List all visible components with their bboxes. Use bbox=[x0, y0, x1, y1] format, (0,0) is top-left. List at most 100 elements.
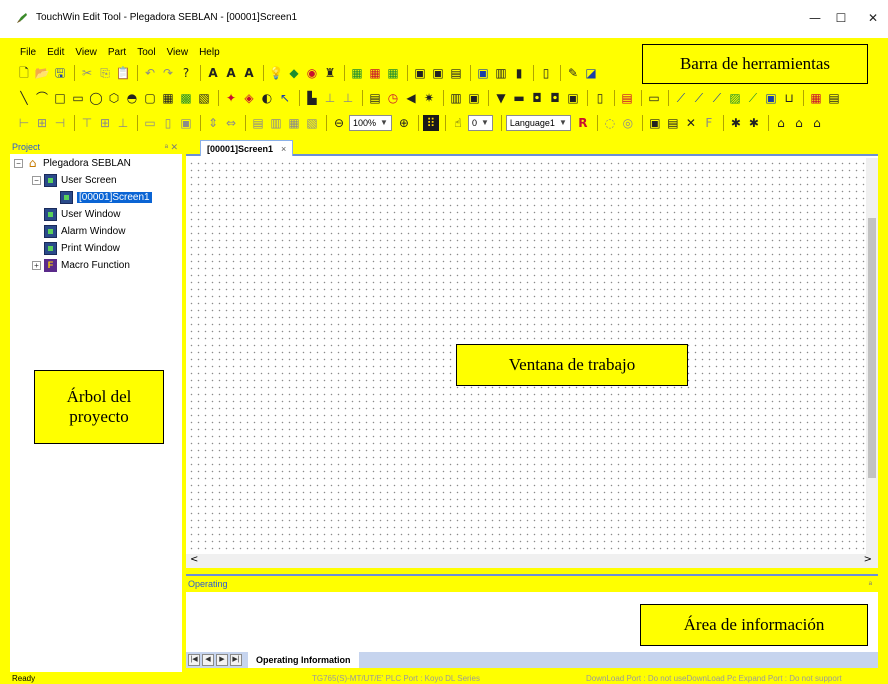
paste-icon[interactable]: 📋 bbox=[115, 65, 131, 81]
meter-icon[interactable]: ▥ bbox=[448, 90, 464, 106]
zoom-out-icon[interactable]: ⊖ bbox=[331, 115, 347, 131]
copy-icon[interactable]: ⎘ bbox=[97, 65, 113, 81]
expand-icon[interactable]: + bbox=[32, 260, 41, 270]
cut-icon[interactable]: ✂ bbox=[79, 65, 95, 81]
num-input-icon[interactable]: ▣ bbox=[412, 65, 428, 81]
polyline-icon[interactable]: ⌒ bbox=[34, 90, 50, 106]
scroll-thumb[interactable] bbox=[868, 218, 876, 478]
space-h-icon[interactable]: ⇔ bbox=[223, 115, 239, 131]
num-input-2-icon[interactable]: ▣ bbox=[430, 65, 446, 81]
graph-icon[interactable]: ▣ bbox=[466, 90, 482, 106]
layer-select[interactable]: 0 ▼ bbox=[467, 115, 493, 131]
help-icon[interactable]: ? bbox=[178, 65, 194, 81]
language-select[interactable]: Language1 ▼ bbox=[505, 115, 571, 131]
simulate-2-icon[interactable]: ◎ bbox=[620, 115, 636, 131]
rounded-rect-icon[interactable]: ▭ bbox=[70, 90, 86, 106]
rotate-icon[interactable]: ◐ bbox=[259, 90, 275, 106]
same-size-icon[interactable]: ▣ bbox=[178, 115, 194, 131]
function-icon[interactable]: ♜ bbox=[322, 65, 338, 81]
display-icon[interactable]: ▣ bbox=[565, 90, 581, 106]
vertical-scrollbar[interactable] bbox=[866, 158, 878, 554]
trend-6-icon[interactable]: ▣ bbox=[763, 90, 779, 106]
counter-icon[interactable]: ▮ bbox=[511, 65, 527, 81]
input-box-icon[interactable]: ▭ bbox=[646, 90, 662, 106]
transfer-icon[interactable]: ✱ bbox=[728, 115, 744, 131]
num-display-2-icon[interactable]: ▦ bbox=[367, 65, 383, 81]
align-right-icon[interactable]: ⊣ bbox=[52, 115, 68, 131]
calendar-icon[interactable]: ▤ bbox=[367, 90, 383, 106]
num-display-icon[interactable]: ▦ bbox=[349, 65, 365, 81]
slider-icon[interactable]: ▬ bbox=[511, 90, 527, 106]
align-left-icon[interactable]: ⊢ bbox=[16, 115, 32, 131]
collapse-icon[interactable]: − bbox=[14, 158, 23, 168]
menu-part[interactable]: Part bbox=[108, 47, 126, 58]
trend-icon[interactable]: ⟋ bbox=[673, 90, 689, 106]
picture-icon[interactable]: ▣ bbox=[475, 65, 491, 81]
trend-5-icon[interactable]: ⟋ bbox=[745, 90, 761, 106]
online-icon[interactable]: ⌂ bbox=[809, 115, 825, 131]
scroll-right-icon[interactable]: > bbox=[864, 554, 872, 565]
num-display-3-icon[interactable]: ▦ bbox=[385, 65, 401, 81]
minimize-button[interactable]: — bbox=[804, 10, 826, 26]
tree-root[interactable]: − ⌂ Plegadora SEBLAN bbox=[14, 156, 131, 170]
center-icon[interactable]: ▤ bbox=[250, 115, 266, 131]
align-bottom-icon[interactable]: ⊥ bbox=[115, 115, 131, 131]
r-icon[interactable]: R bbox=[575, 115, 591, 131]
menu-view[interactable]: View bbox=[75, 47, 97, 58]
menu-file[interactable]: File bbox=[20, 47, 36, 58]
space-v-icon[interactable]: ⇕ bbox=[205, 115, 221, 131]
delete-icon[interactable]: ✕ bbox=[683, 115, 699, 131]
properties-icon[interactable]: ▤ bbox=[665, 115, 681, 131]
polygon-icon[interactable]: ⬡ bbox=[106, 90, 122, 106]
align-top-icon[interactable]: ⊤ bbox=[79, 115, 95, 131]
center-2-icon[interactable]: ▥ bbox=[268, 115, 284, 131]
upload-icon[interactable]: ⌂ bbox=[791, 115, 807, 131]
lamp-icon[interactable]: 💡 bbox=[268, 65, 284, 81]
alarm-2-icon[interactable]: ◘ bbox=[547, 90, 563, 106]
horizontal-scrollbar[interactable]: < > bbox=[186, 554, 878, 568]
num-input-3-icon[interactable]: ▤ bbox=[448, 65, 464, 81]
grid-dots-icon[interactable]: ⠿ bbox=[422, 115, 439, 131]
grid-2-icon[interactable]: ▤ bbox=[826, 90, 842, 106]
list-icon[interactable]: ⊔ bbox=[781, 90, 797, 106]
clock-icon[interactable]: ◷ bbox=[385, 90, 401, 106]
close-icon[interactable]: × bbox=[281, 144, 286, 154]
alarm-icon[interactable]: ◘ bbox=[529, 90, 545, 106]
tree-item-user-screen[interactable]: − User Screen bbox=[32, 173, 117, 187]
maximize-button[interactable]: ☐ bbox=[830, 10, 852, 26]
close-button[interactable]: ✕ bbox=[862, 10, 884, 26]
menu-view-2[interactable]: View bbox=[167, 47, 189, 58]
rectangle-icon[interactable]: □ bbox=[52, 90, 68, 106]
text-icon[interactable]: A bbox=[205, 65, 221, 81]
new-file-icon[interactable]: 🗋 bbox=[16, 65, 32, 81]
tree-item-screen1[interactable]: [00001]Screen1 bbox=[60, 190, 152, 204]
frame-icon[interactable]: ▢ bbox=[142, 90, 158, 106]
align-middle-icon[interactable]: ⊞ bbox=[97, 115, 113, 131]
same-width-icon[interactable]: ▭ bbox=[142, 115, 158, 131]
ellipse-icon[interactable]: ◯ bbox=[88, 90, 104, 106]
document-icon[interactable]: ▤ bbox=[619, 90, 635, 106]
text-style-icon[interactable]: A bbox=[223, 65, 239, 81]
tree-item-macro-function[interactable]: + F Macro Function bbox=[32, 258, 130, 272]
same-height-icon[interactable]: ▯ bbox=[160, 115, 176, 131]
bitmap-icon[interactable]: ▩ bbox=[178, 90, 194, 106]
menu-edit[interactable]: Edit bbox=[47, 47, 64, 58]
table-icon[interactable]: ▦ bbox=[160, 90, 176, 106]
compile-icon[interactable]: ▣ bbox=[647, 115, 663, 131]
tab-operating-information[interactable]: Operating Information bbox=[248, 652, 359, 668]
tree-item-alarm-window[interactable]: Alarm Window bbox=[44, 224, 125, 238]
tree-item-user-window[interactable]: User Window bbox=[44, 207, 120, 221]
save-icon[interactable]: 🖫 bbox=[52, 65, 68, 81]
line-icon[interactable]: ╲ bbox=[16, 90, 32, 106]
thermometer-icon[interactable]: ▼ bbox=[493, 90, 509, 106]
last-tab-icon[interactable]: ▶| bbox=[230, 654, 242, 666]
tree-item-print-window[interactable]: Print Window bbox=[44, 241, 120, 255]
order-2-icon[interactable]: ▧ bbox=[304, 115, 320, 131]
recipe-icon[interactable]: ▯ bbox=[592, 90, 608, 106]
grid-icon[interactable]: ▦ bbox=[808, 90, 824, 106]
align-3-icon[interactable]: ⊥ bbox=[340, 90, 356, 106]
prev-tab-icon[interactable]: ◀ bbox=[202, 654, 214, 666]
menu-help[interactable]: Help bbox=[199, 47, 220, 58]
object-icon[interactable]: ◈ bbox=[241, 90, 257, 106]
undo-icon[interactable]: ↶ bbox=[142, 65, 158, 81]
